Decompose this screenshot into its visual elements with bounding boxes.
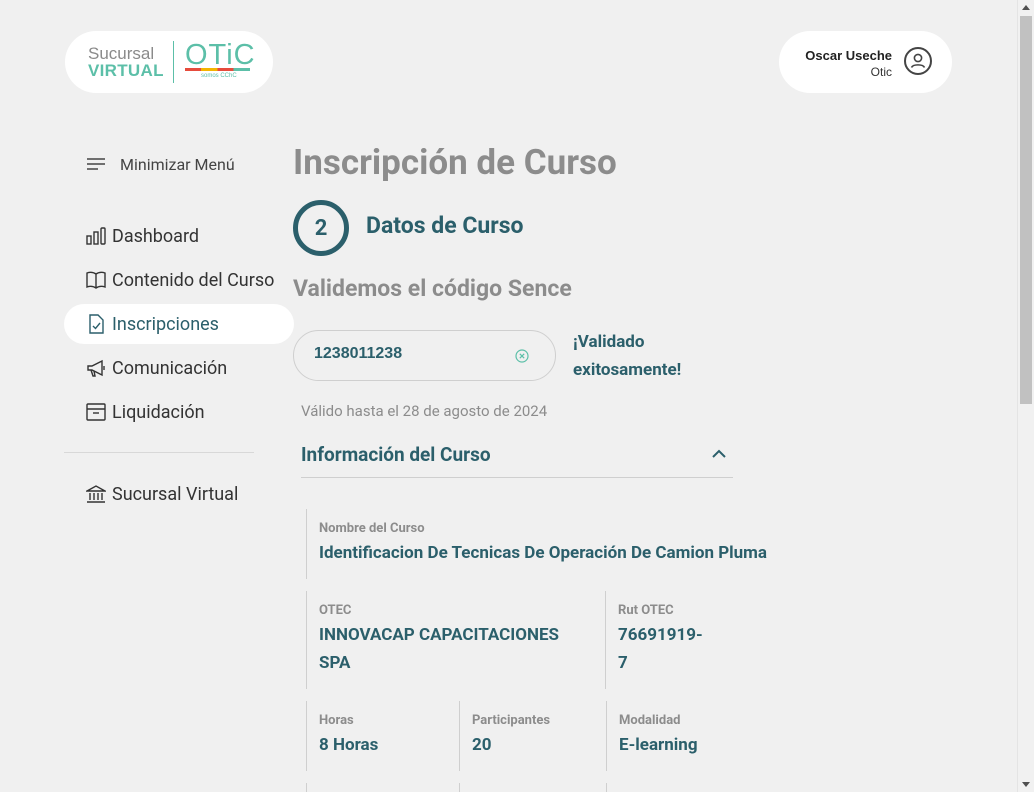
next-row-field: [606, 783, 746, 792]
logo-brand-sub: somos CChC: [201, 73, 237, 79]
step-title: Datos de Curso: [366, 212, 524, 239]
scroll-down-arrow-icon[interactable]: [1022, 782, 1030, 787]
sence-code-field[interactable]: [293, 330, 556, 381]
document-check-icon: [86, 314, 106, 334]
sidebar-item-communication[interactable]: Comunicación: [64, 348, 294, 388]
sidebar-item-label: Sucursal Virtual: [112, 483, 239, 505]
logo-divider: [173, 41, 174, 83]
participants-label: Participantes: [472, 713, 551, 728]
sidebar-item-inscriptions[interactable]: Inscripciones: [64, 304, 294, 344]
modality-label: Modalidad: [619, 713, 681, 728]
hours-label: Horas: [319, 713, 354, 728]
page-scrollbar[interactable]: [1017, 0, 1034, 792]
user-organization: Otic: [870, 65, 892, 79]
minimize-menu-label: Minimizar Menú: [120, 154, 235, 174]
participants-field: Participantes 20: [459, 701, 599, 771]
rut-otec-field: Rut OTEC 76691919-7: [605, 591, 725, 689]
rut-otec-label: Rut OTEC: [618, 603, 674, 618]
course-name-field: Nombre del Curso Identificacion De Tecni…: [306, 509, 806, 579]
user-name: Oscar Useche: [805, 48, 892, 63]
course-info-accordion[interactable]: Información del Curso: [301, 434, 733, 478]
modality-field: Modalidad E-learning: [606, 701, 746, 771]
hours-value: 8 Horas: [319, 735, 379, 755]
participants-value: 20: [472, 735, 492, 755]
section-subtitle: Validemos el código Sence: [293, 275, 572, 302]
page-title: Inscripción de Curso: [293, 142, 617, 183]
otec-value: INNOVACAP CAPACITACIONES SPA: [319, 625, 560, 673]
step-number-badge: 2: [293, 200, 349, 256]
bank-icon: [86, 484, 106, 504]
sidebar-item-label: Inscripciones: [112, 313, 219, 335]
logo-text-virtual: VIRTUAL: [88, 61, 164, 80]
sidebar-item-label: Comunicación: [112, 357, 228, 379]
user-circle-icon[interactable]: [904, 47, 932, 75]
course-name-label: Nombre del Curso: [319, 521, 425, 536]
valid-until-text: Válido hasta el 28 de agosto de 2024: [301, 402, 548, 420]
chevron-up-icon[interactable]: [711, 446, 727, 462]
sidebar-item-settlement[interactable]: Liquidación: [64, 392, 294, 432]
course-info-title: Información del Curso: [301, 443, 491, 466]
user-menu[interactable]: Oscar Useche Otic: [779, 31, 952, 93]
clear-icon[interactable]: [515, 349, 529, 363]
sence-code-input[interactable]: [314, 345, 504, 363]
minimize-menu-button[interactable]: Minimizar Menú: [86, 152, 235, 176]
otec-field: OTEC INNOVACAP CAPACITACIONES SPA: [306, 591, 596, 689]
megaphone-icon: [86, 358, 106, 378]
validation-message: ¡Validado exitosamente!: [573, 332, 682, 380]
course-name-value: Identificacion De Tecnicas De Operación …: [319, 543, 768, 563]
sidebar-item-course-content[interactable]: Contenido del Curso: [64, 260, 294, 300]
hours-field: Horas 8 Horas: [306, 701, 446, 771]
scrollbar-thumb[interactable]: [1020, 16, 1032, 404]
archive-box-icon: [86, 402, 106, 422]
bar-chart-icon: [86, 226, 106, 246]
next-row-field: [459, 783, 599, 792]
logo-brand-otic: OTiC: [185, 39, 256, 71]
brand-logo[interactable]: Sucursal VIRTUAL OTiC somos CChC: [65, 31, 273, 93]
sidebar-item-label: Dashboard: [112, 225, 200, 247]
otec-label: OTEC: [319, 603, 352, 618]
logo-stripe: [185, 68, 250, 71]
menu-icon: [87, 158, 105, 170]
sidebar-item-sucursal-virtual[interactable]: Sucursal Virtual: [64, 474, 294, 514]
sidebar-item-label: Contenido del Curso: [112, 269, 275, 291]
sidebar-divider: [64, 452, 254, 453]
sidebar-item-dashboard[interactable]: Dashboard: [64, 216, 294, 256]
sidebar-item-label: Liquidación: [112, 401, 205, 423]
scroll-up-arrow-icon[interactable]: [1022, 5, 1030, 10]
modality-value: E-learning: [619, 735, 698, 755]
next-row-field: [306, 783, 446, 792]
rut-otec-value: 76691919-7: [618, 625, 703, 673]
book-icon: [86, 270, 106, 290]
